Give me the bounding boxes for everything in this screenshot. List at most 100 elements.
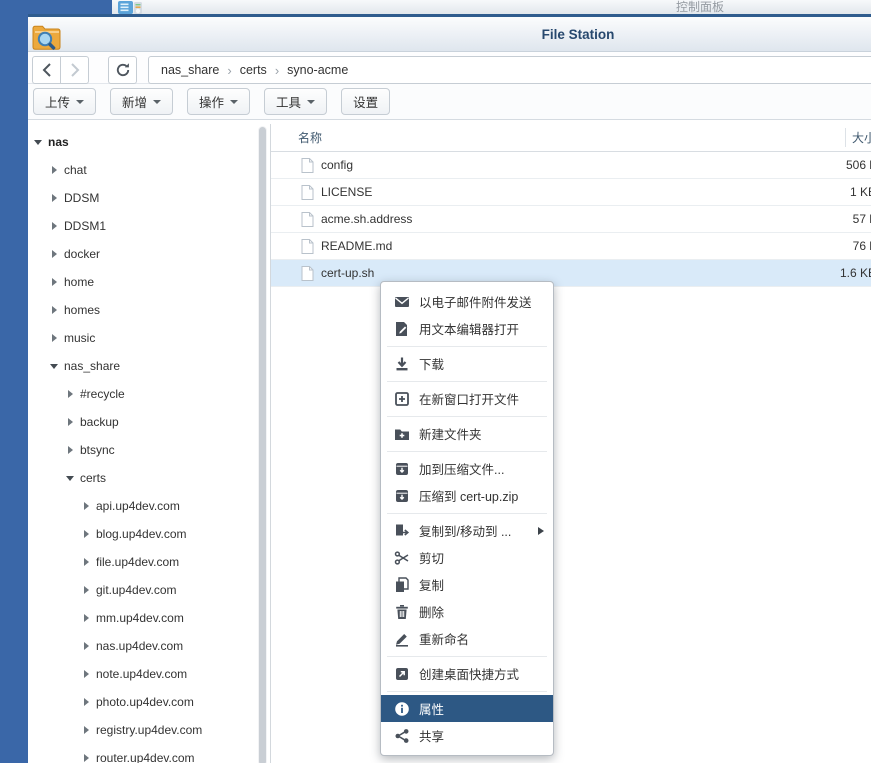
expand-arrow-icon[interactable] [83, 698, 89, 706]
context-menu-item[interactable]: 加到压缩文件... [381, 455, 553, 482]
expand-arrow-icon[interactable] [83, 754, 89, 762]
file-row[interactable]: acme.sh.address 57 b [271, 206, 871, 233]
file-row[interactable]: cert-up.sh 1.6 KB [271, 260, 871, 287]
sidebar-folder-item[interactable]: #recycle [28, 380, 270, 408]
expand-arrow-icon[interactable] [83, 502, 89, 510]
refresh-button[interactable] [108, 56, 137, 84]
forward-button[interactable] [60, 56, 89, 84]
sidebar-folder-item[interactable]: docker [28, 240, 270, 268]
context-menu-item[interactable]: 复制 [381, 571, 553, 598]
context-menu-item[interactable]: 复制到/移动到 ... [381, 517, 553, 544]
sidebar-folder-item[interactable]: nas_share [28, 352, 270, 380]
expand-arrow-icon[interactable] [51, 306, 57, 314]
sidebar-folder-item[interactable]: music [28, 324, 270, 352]
sidebar-folder-item[interactable]: photo.up4dev.com [28, 688, 270, 716]
context-menu-item[interactable]: 以电子邮件附件发送 [381, 288, 553, 315]
menu-item-label: 创建桌面快捷方式 [419, 668, 520, 682]
column-header-size[interactable]: 大小 [852, 124, 871, 152]
context-menu-item[interactable]: 压缩到 cert-up.zip [381, 482, 553, 509]
breadcrumb-segment[interactable]: syno-acme [287, 63, 348, 77]
sidebar-folder-item[interactable]: note.up4dev.com [28, 660, 270, 688]
context-menu-item[interactable]: 新建文件夹 [381, 420, 553, 447]
scrollbar-thumb[interactable] [259, 127, 266, 763]
expand-arrow-icon[interactable] [83, 586, 89, 594]
sidebar-scrollbar[interactable] [258, 126, 267, 763]
column-header-name[interactable]: 名称 [298, 124, 322, 152]
expand-arrow-icon[interactable] [66, 475, 74, 481]
back-button[interactable] [32, 56, 61, 84]
tools-button[interactable]: 工具 [264, 88, 328, 115]
window-title: File Station [541, 27, 615, 42]
expand-arrow-icon[interactable] [67, 418, 73, 426]
background-window-title: 控制面板 [675, 0, 725, 14]
sidebar-folder-item[interactable]: mm.up4dev.com [28, 604, 270, 632]
context-menu-item[interactable]: 重新命名 [381, 625, 553, 652]
expand-arrow-icon[interactable] [51, 166, 57, 174]
sidebar-folder-item[interactable]: home [28, 268, 270, 296]
breadcrumb[interactable]: nas_share › certs › syno-acme [148, 56, 871, 84]
folder-name: api.up4dev.com [96, 499, 180, 513]
nav-bar: nas_share › certs › syno-acme [28, 52, 871, 84]
sidebar-folder-item[interactable]: nas.up4dev.com [28, 632, 270, 660]
folder-name: nas.up4dev.com [96, 639, 184, 653]
sidebar-folder-item[interactable]: file.up4dev.com [28, 548, 270, 576]
context-menu-item[interactable]: 在新窗口打开文件 [381, 385, 553, 412]
sidebar-folder-item[interactable]: nas [28, 128, 270, 156]
file-row[interactable]: LICENSE 1 KB [271, 179, 871, 206]
menu-item-label: 复制 [419, 579, 445, 593]
expand-arrow-icon[interactable] [51, 334, 57, 342]
expand-arrow-icon[interactable] [83, 558, 89, 566]
menu-item-label: 下载 [419, 358, 445, 372]
context-menu-item[interactable]: 下载 [381, 350, 553, 377]
context-menu-item[interactable]: 删除 [381, 598, 553, 625]
create-button[interactable]: 新增 [110, 88, 174, 115]
expand-arrow-icon[interactable] [83, 530, 89, 538]
info-icon [393, 701, 410, 717]
sidebar-folder-item[interactable]: btsync [28, 436, 270, 464]
expand-arrow-icon[interactable] [51, 222, 57, 230]
breadcrumb-segment[interactable]: certs [240, 63, 267, 77]
breadcrumb-segment[interactable]: nas_share [161, 63, 219, 77]
sidebar-folder-item[interactable]: chat [28, 156, 270, 184]
sidebar-folder-item[interactable]: api.up4dev.com [28, 492, 270, 520]
context-menu-item[interactable]: 共享 [381, 722, 553, 749]
sidebar-folder-item[interactable]: DDSM [28, 184, 270, 212]
expand-arrow-icon[interactable] [34, 139, 42, 145]
context-menu-item[interactable]: 剪切 [381, 544, 553, 571]
menu-item-label: 重新命名 [419, 633, 470, 647]
file-row[interactable]: config 506 b [271, 152, 871, 179]
column-divider[interactable] [845, 128, 846, 147]
context-menu-item[interactable]: 属性 [381, 695, 553, 722]
action-button[interactable]: 操作 [187, 88, 251, 115]
sidebar-folder-item[interactable]: backup [28, 408, 270, 436]
expand-arrow-icon[interactable] [51, 250, 57, 258]
expand-arrow-icon[interactable] [83, 614, 89, 622]
title-bar[interactable]: File Station [28, 17, 871, 52]
expand-arrow-icon[interactable] [83, 726, 89, 734]
sidebar-folder-item[interactable]: registry.up4dev.com [28, 716, 270, 744]
sidebar-folder-item[interactable]: blog.up4dev.com [28, 520, 270, 548]
context-menu-item[interactable]: 创建桌面快捷方式 [381, 660, 553, 687]
folder-name: docker [64, 247, 101, 261]
sidebar-folder-item[interactable]: git.up4dev.com [28, 576, 270, 604]
expand-arrow-icon[interactable] [67, 390, 73, 398]
background-window-titlebar[interactable]: 控制面板 [112, 0, 871, 14]
expand-arrow-icon[interactable] [51, 194, 57, 202]
expand-arrow-icon[interactable] [83, 670, 89, 678]
file-row[interactable]: README.md 76 b [271, 233, 871, 260]
settings-button[interactable]: 设置 [341, 88, 391, 115]
expand-arrow-icon[interactable] [67, 446, 73, 454]
folder-name: blog.up4dev.com [96, 527, 187, 541]
sidebar-folder-item[interactable]: certs [28, 464, 270, 492]
sidebar-folder-item[interactable]: DDSM1 [28, 212, 270, 240]
expand-arrow-icon[interactable] [50, 363, 58, 369]
expand-arrow-icon[interactable] [83, 642, 89, 650]
expand-arrow-icon[interactable] [51, 278, 57, 286]
sidebar-folder-item[interactable]: homes [28, 296, 270, 324]
upload-button[interactable]: 上传 [33, 88, 97, 115]
file-size: 1.6 KB [839, 266, 871, 280]
menu-separator [387, 380, 547, 382]
menu-separator [387, 690, 547, 692]
context-menu-item[interactable]: 用文本编辑器打开 [381, 315, 553, 342]
sidebar-folder-item[interactable]: router.up4dev.com [28, 744, 270, 763]
